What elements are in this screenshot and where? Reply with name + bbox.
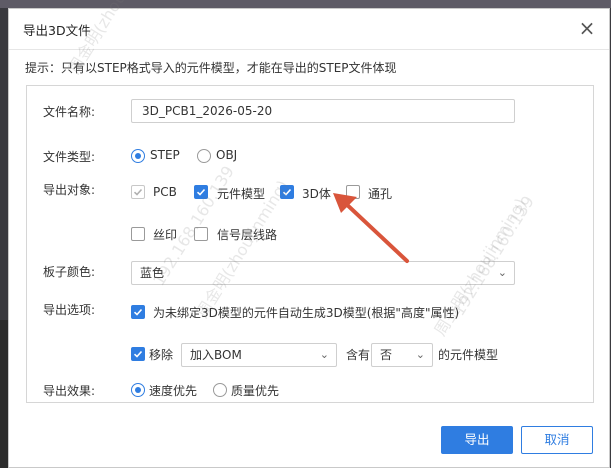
dialog-titlebar: 导出3D文件 × — [9, 9, 609, 50]
component-model-suffix: 的元件模型 — [438, 348, 499, 362]
contains-label: 含有 — [346, 348, 371, 362]
remove-condition-select[interactable]: 加入BOM ⌄ — [181, 343, 337, 367]
silkscreen-label: 丝印 — [153, 228, 178, 242]
options-panel: 文件名称: 3D_PCB1_2026-05-20 文件类型: STEP OBJ … — [26, 85, 594, 403]
pcb-checkbox[interactable] — [131, 185, 145, 199]
remove-condition-value: 加入BOM — [190, 348, 242, 362]
board-color-value: 蓝色 — [140, 266, 165, 280]
component-model-checkbox[interactable] — [194, 185, 208, 199]
contains-value: 否 — [380, 348, 393, 362]
export-3d-dialog: 导出3D文件 × 提示：只有以STEP格式导入的元件模型，才能在导出的STEP文… — [8, 0, 610, 468]
board-color-label: 板子颜色: — [43, 265, 96, 279]
chevron-down-icon: ⌄ — [319, 348, 329, 361]
signal-layer-checkbox[interactable] — [194, 227, 208, 241]
filetype-obj-label: OBJ — [216, 148, 238, 162]
component-model-label: 元件模型 — [217, 187, 266, 201]
background-window-edge — [0, 320, 8, 468]
export-objects-label: 导出对象: — [43, 183, 96, 197]
board-color-select[interactable]: 蓝色 ⌄ — [131, 261, 515, 285]
filetype-step-radio[interactable] — [131, 149, 145, 163]
3d-body-checkbox[interactable] — [280, 185, 294, 199]
speed-priority-label: 速度优先 — [149, 384, 198, 398]
chevron-down-icon: ⌄ — [497, 266, 507, 279]
remove-checkbox[interactable] — [131, 347, 145, 361]
annotation-arrow — [333, 193, 409, 263]
filename-input[interactable]: 3D_PCB1_2026-05-20 — [131, 99, 515, 123]
export-options-label: 导出选项: — [43, 303, 96, 317]
filetype-obj-radio[interactable] — [197, 149, 211, 163]
background-window-strip — [0, 0, 611, 8]
signal-layer-label: 信号层线路 — [217, 228, 278, 242]
filename-label: 文件名称: — [43, 105, 96, 119]
dialog-title: 导出3D文件 — [23, 23, 91, 38]
filetype-label: 文件类型: — [43, 150, 96, 164]
speed-priority-radio[interactable] — [131, 383, 145, 397]
remove-label: 移除 — [149, 348, 174, 362]
chevron-down-icon: ⌄ — [415, 348, 425, 361]
quality-priority-label: 质量优先 — [231, 384, 280, 398]
pcb-label: PCB — [153, 185, 177, 199]
export-button[interactable]: 导出 — [441, 426, 513, 454]
quality-priority-radio[interactable] — [213, 383, 227, 397]
filetype-step-label: STEP — [150, 148, 180, 162]
contains-value-select[interactable]: 否 ⌄ — [371, 343, 433, 367]
silkscreen-checkbox[interactable] — [131, 227, 145, 241]
auto-generate-label: 为未绑定3D模型的元件自动生成3D模型(根据"高度"属性) — [153, 306, 460, 320]
close-icon[interactable]: × — [575, 17, 599, 41]
cancel-button[interactable]: 取消 — [521, 426, 593, 454]
auto-generate-checkbox[interactable] — [131, 305, 145, 319]
export-effect-label: 导出效果: — [43, 384, 96, 398]
hint-text: 提示：只有以STEP格式导入的元件模型，才能在导出的STEP文件体现 — [25, 61, 397, 75]
